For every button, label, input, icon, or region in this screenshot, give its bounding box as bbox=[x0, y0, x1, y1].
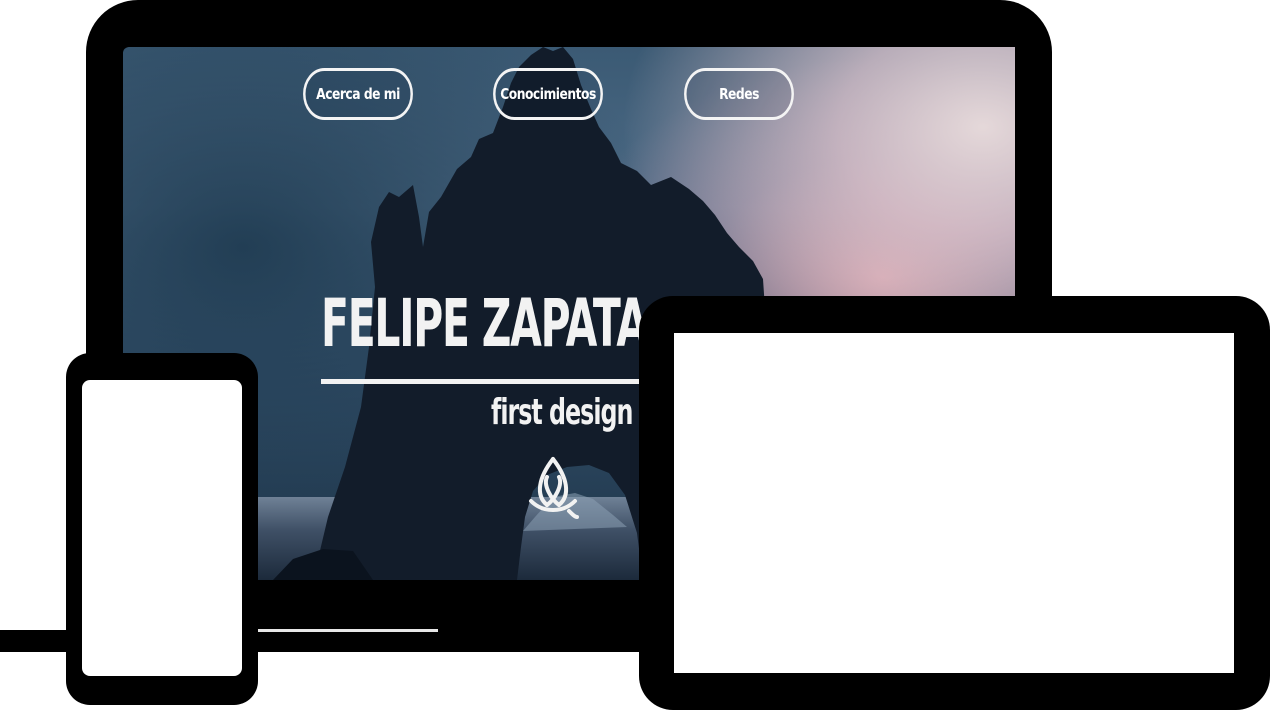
hero-divider bbox=[321, 379, 651, 384]
tablet-screen bbox=[674, 333, 1234, 673]
hero-title: FELIPE ZAPATA S bbox=[321, 285, 689, 362]
nav-button-redes[interactable]: Redes bbox=[684, 68, 794, 120]
nav-button-conocimientos[interactable]: Conocimientos bbox=[493, 68, 603, 120]
nav-button-acerca-de-mi[interactable]: Acerca de mi bbox=[303, 68, 413, 120]
triquetra-icon bbox=[529, 457, 579, 519]
hero-subtitle: first design bbox=[491, 392, 633, 433]
laptop-base-highlight bbox=[256, 629, 438, 632]
phone-screen bbox=[82, 380, 242, 676]
devices-mockup: Acerca de mi Conocimientos Redes FELIPE … bbox=[0, 0, 1270, 710]
